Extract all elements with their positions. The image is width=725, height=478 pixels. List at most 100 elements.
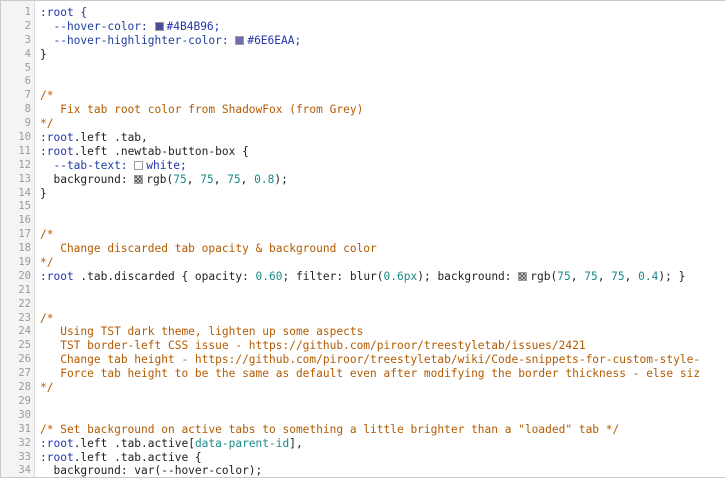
code-token: /* — [40, 311, 54, 325]
color-swatch-icon[interactable] — [134, 160, 144, 170]
line-number: 26 — [18, 353, 31, 366]
code-token: 75 — [611, 269, 625, 283]
code-line[interactable]: 5 — [1, 62, 725, 76]
code-line[interactable]: 2 --hover-color: #4B4B96; — [1, 20, 725, 34]
line-number: 3 — [24, 33, 31, 46]
code-line[interactable]: 31 /* Set background on active tabs to so… — [1, 423, 725, 437]
code-line[interactable]: 23 /* — [1, 312, 725, 326]
color-swatch-icon[interactable] — [154, 21, 164, 31]
code-token: --hover-highlighter-color: — [40, 33, 236, 47]
code-line[interactable]: 19 */ — [1, 256, 725, 270]
code-token: */ — [40, 256, 54, 270]
code-line[interactable]: 12 --tab-text: white; — [1, 159, 725, 173]
code-text: :root.left .tab.active { — [40, 451, 725, 465]
code-token: :root — [40, 450, 74, 464]
color-swatch-icon[interactable] — [235, 35, 245, 45]
color-swatch-icon[interactable] — [134, 174, 144, 184]
code-line[interactable]: 11:root.left .newtab-button-box { — [1, 145, 725, 159]
code-line[interactable]: 30 — [1, 409, 725, 423]
code-text: --hover-highlighter-color: #6E6EAA; — [40, 34, 725, 48]
code-line[interactable]: 14} — [1, 187, 725, 201]
code-token: */ — [40, 117, 54, 131]
code-line[interactable]: 33:root.left .tab.active { — [1, 451, 725, 465]
code-line[interactable]: 8 Fix tab root color from ShadowFox (fro… — [1, 103, 725, 117]
code-line[interactable]: 6 — [1, 75, 725, 89]
line-number: 16 — [18, 214, 31, 227]
code-line[interactable]: 7 /* — [1, 89, 725, 103]
code-token: white; — [146, 158, 187, 172]
code-token: .tab.discarded { opacity: — [73, 269, 256, 283]
code-token: */ — [40, 381, 54, 395]
code-text: Change tab height - https://github.com/p… — [40, 353, 725, 367]
code-text: } — [40, 187, 725, 201]
code-text: /* — [40, 228, 725, 242]
code-token: data-parent-id — [194, 436, 290, 450]
code-token: Change tab height - https://github.com/p… — [40, 353, 701, 367]
code-token: Force tab height to be the same as defau… — [40, 367, 701, 381]
line-number: 25 — [18, 339, 31, 352]
code-token: .left .tab.active { — [73, 450, 202, 464]
line-number: 21 — [18, 283, 31, 296]
code-token: 0.6px — [383, 269, 418, 283]
code-line[interactable]: 15 — [1, 200, 725, 214]
code-token: , — [597, 269, 612, 283]
line-number: 9 — [24, 117, 31, 130]
code-line[interactable]: 32:root.left .tab.active[data-parent-id]… — [1, 437, 725, 451]
code-token: .left .newtab-button-box { — [73, 144, 249, 158]
code-text: Fix tab root color from ShadowFox (from … — [40, 103, 725, 117]
line-number: 8 — [24, 103, 31, 116]
code-line[interactable]: 25 TST border-left CSS issue - https://g… — [1, 339, 725, 353]
code-token: ); — [274, 172, 288, 186]
line-number: 31 — [18, 422, 31, 435]
code-line[interactable]: 20:root .tab.discarded { opacity: 0.60; … — [1, 270, 725, 284]
code-token: Using TST dark theme, lighten up some as… — [40, 325, 364, 339]
code-token: ); } — [658, 269, 686, 283]
line-number: 4 — [24, 47, 31, 60]
code-line[interactable]: 18 Change discarded tab opacity & backgr… — [1, 242, 725, 256]
code-line[interactable]: 4} — [1, 48, 725, 62]
code-token: , — [213, 172, 228, 186]
line-number: 14 — [18, 186, 31, 199]
code-line[interactable]: 34 background: var(--hover-color); — [1, 464, 725, 477]
line-number: 13 — [18, 172, 31, 185]
code-text: --hover-color: #4B4B96; — [40, 20, 725, 34]
code-line[interactable]: 27 Force tab height to be the same as de… — [1, 367, 725, 381]
line-number: 28 — [18, 381, 31, 394]
code-line[interactable]: 28 */ — [1, 381, 725, 395]
line-number: 7 — [24, 89, 31, 102]
code-text: Using TST dark theme, lighten up some as… — [40, 325, 725, 339]
code-text: } — [40, 48, 725, 62]
code-line[interactable]: 1:root { — [1, 6, 725, 20]
code-token: TST border-left CSS issue - https://gith… — [40, 339, 586, 353]
code-line[interactable]: 17 /* — [1, 228, 725, 242]
line-number: 24 — [18, 325, 31, 338]
code-line[interactable]: 24 Using TST dark theme, lighten up some… — [1, 325, 725, 339]
code-text: TST border-left CSS issue - https://gith… — [40, 339, 725, 353]
code-line[interactable]: 13 background: rgb(75, 75, 75, 0.8); — [1, 173, 725, 187]
code-token: } — [40, 47, 47, 61]
code-token: 75 — [227, 172, 241, 186]
code-token: rgb( — [146, 172, 174, 186]
code-text: background: var(--hover-color); — [40, 464, 725, 477]
code-line[interactable]: 21 — [1, 284, 725, 298]
code-line[interactable]: 16 — [1, 214, 725, 228]
line-number: 1 — [24, 6, 31, 18]
code-token: :root — [40, 144, 74, 158]
line-number: 5 — [24, 61, 31, 74]
code-line[interactable]: 3 --hover-highlighter-color: #6E6EAA; — [1, 34, 725, 48]
code-line[interactable]: 9 */ — [1, 117, 725, 131]
line-number: 10 — [18, 131, 31, 144]
code-line[interactable]: 29 — [1, 395, 725, 409]
code-token: #6E6EAA; — [247, 33, 302, 47]
code-line[interactable]: 10:root.left .tab, — [1, 131, 725, 145]
line-number: 32 — [18, 436, 31, 449]
code-text: :root .tab.discarded { opacity: 0.60; fi… — [40, 270, 725, 284]
code-token: ); background: — [417, 269, 519, 283]
code-line[interactable]: 22 — [1, 298, 725, 312]
code-line[interactable]: 26 Change tab height - https://github.co… — [1, 353, 725, 367]
color-swatch-icon[interactable] — [518, 271, 528, 281]
code-editor[interactable]: 1:root {2 --hover-color: #4B4B96; 3 --hov… — [0, 0, 725, 478]
code-token: #4B4B96; — [166, 19, 221, 33]
line-number: 27 — [18, 367, 31, 380]
code-token: :root — [40, 131, 74, 145]
